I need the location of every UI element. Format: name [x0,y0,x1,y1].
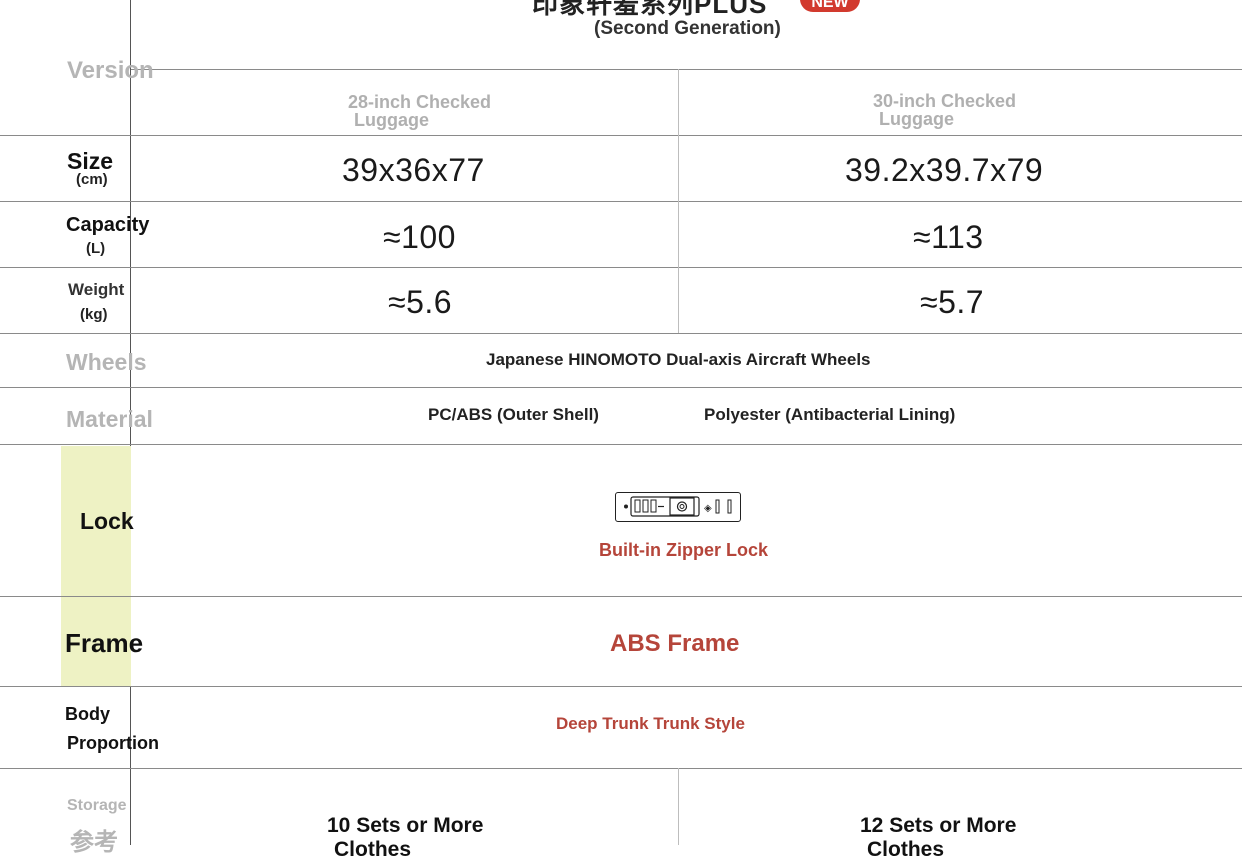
lock-value: Built-in Zipper Lock [599,540,768,560]
column-header-30-line1: 30-inch Checked [873,91,1017,111]
row-divider [0,444,1242,445]
storage-value-30-line2: Clothes [867,838,945,861]
row-divider [0,201,1242,202]
column-header-30-line2: Luggage [879,109,954,129]
storage-value-30: 12 Sets or More Clothes [860,814,1016,862]
new-badge: NEW [800,0,860,12]
weight-value-30: ≈5.7 [920,284,985,320]
column-header-28: 28-inch Checked Luggage [348,93,491,129]
weight-value-28: ≈5.6 [388,284,453,320]
row-label-storage: Storage [67,797,127,814]
frame-value: ABS Frame [610,630,740,657]
row-divider [0,333,1242,334]
row-label-version: Version [67,57,154,84]
column-header-28-line2: Luggage [354,110,429,130]
capacity-value-28: ≈100 [383,219,456,255]
svg-text:◈: ◈ [704,503,712,514]
material-value-shell: PC/ABS (Outer Shell) [428,405,599,424]
row-divider [0,267,1242,268]
row-label-frame: Frame [65,628,144,658]
capacity-unit: (L) [86,240,106,257]
storage-ref: 参考 [70,828,118,856]
row-label-weight: Weight [68,280,125,299]
column-header-28-line1: 28-inch Checked [348,92,492,112]
column-divider [678,768,679,845]
row-label-proportion: Proportion [67,733,159,753]
column-header-30: 30-inch Checked Luggage [873,92,1016,128]
new-badge-label: NEW [811,0,849,11]
column-divider [678,69,679,333]
row-divider [0,686,1242,687]
storage-value-28-line2: Clothes [334,838,412,861]
material-value-lining: Polyester (Antibacterial Lining) [704,405,956,424]
storage-value-28-line1: 10 Sets or More [327,814,484,837]
weight-unit: (kg) [80,306,108,323]
zipper-lock-icon: ◈ [615,492,741,522]
size-unit: (cm) [76,171,108,188]
row-divider [131,69,1242,70]
row-label-wheels: Wheels [66,349,147,375]
storage-value-28: 10 Sets or More Clothes [327,814,483,862]
row-label-lock: Lock [80,508,134,534]
capacity-value-30: ≈113 [913,219,984,255]
size-value-28: 39x36x77 [342,152,485,188]
row-label-material: Material [66,406,153,432]
wheels-value: Japanese HINOMOTO Dual-axis Aircraft Whe… [486,350,871,369]
row-divider [0,768,1242,769]
body-value: Deep Trunk Trunk Style [556,714,745,733]
storage-value-30-line1: 12 Sets or More [860,814,1017,837]
row-divider [0,387,1242,388]
row-label-capacity: Capacity [66,214,150,236]
row-label-body: Body [65,704,110,724]
row-divider [0,596,1242,597]
size-value-30: 39.2x39.7x79 [845,152,1044,188]
page-subtitle: (Second Generation) [594,18,781,39]
row-divider [0,135,1242,136]
